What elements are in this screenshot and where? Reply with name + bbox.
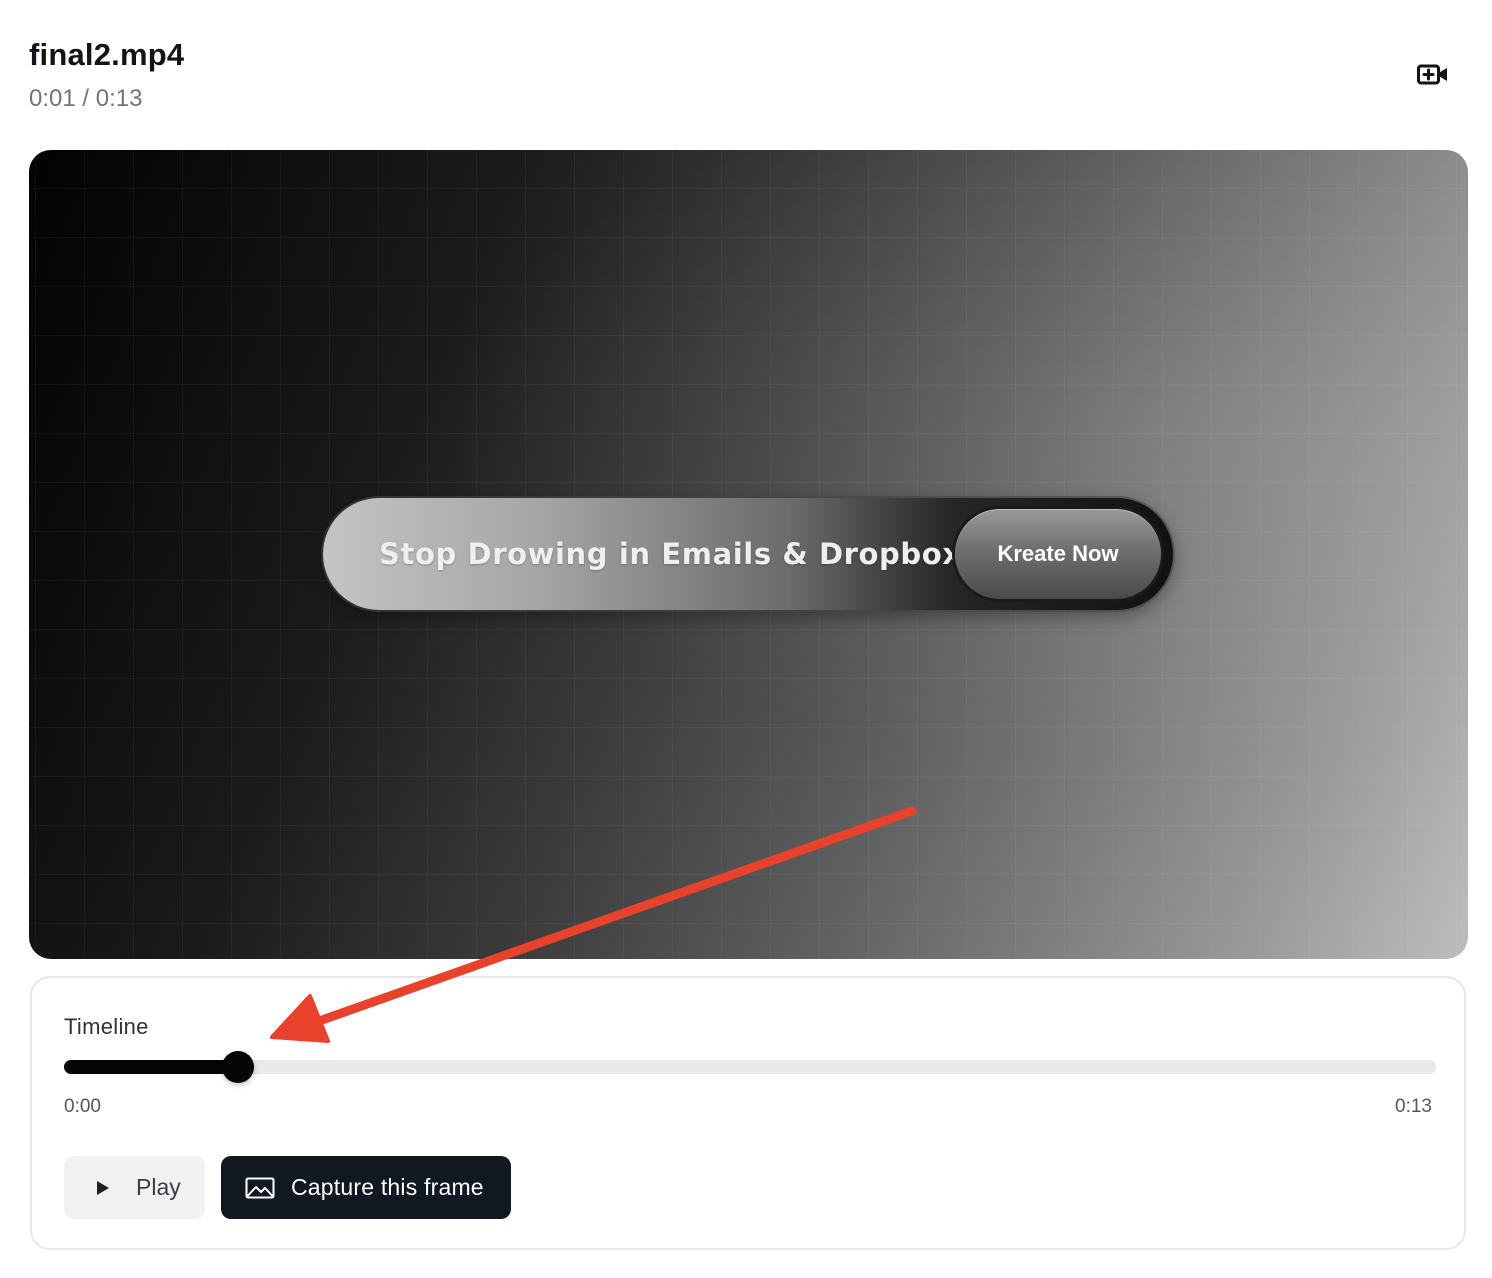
video-banner: Stop Drowing in Emails & Dropbox Kreate … (323, 498, 1173, 610)
slider-fill (64, 1060, 238, 1074)
play-icon (96, 1180, 110, 1196)
banner-headline: Stop Drowing in Emails & Dropbox (379, 537, 962, 571)
file-title: final2.mp4 (29, 37, 185, 72)
timeline-panel: Timeline 0:00 0:13 Play Capture this fra… (30, 976, 1466, 1250)
timeline-label: Timeline (64, 1014, 149, 1039)
slider-track[interactable] (64, 1060, 1436, 1074)
video-header: final2.mp4 0:01 / 0:13 (29, 32, 1463, 122)
video-frame[interactable]: Stop Drowing in Emails & Dropbox Kreate … (29, 150, 1468, 959)
timeline-end-time: 0:13 (1395, 1096, 1432, 1117)
slider-thumb[interactable] (222, 1051, 254, 1083)
banner-cta: Kreate Now (955, 509, 1161, 599)
timeline-slider[interactable] (64, 1051, 1436, 1083)
image-icon (245, 1177, 275, 1199)
video-plus-icon (1417, 63, 1449, 87)
capture-frame-button[interactable]: Capture this frame (221, 1156, 511, 1219)
timeline-start-time: 0:00 (64, 1096, 101, 1117)
capture-button-label: Capture this frame (291, 1174, 484, 1200)
add-video-button[interactable] (1413, 58, 1453, 92)
time-readout: 0:01 / 0:13 (29, 85, 143, 112)
play-button-label: Play (136, 1174, 181, 1200)
play-button[interactable]: Play (64, 1156, 205, 1219)
